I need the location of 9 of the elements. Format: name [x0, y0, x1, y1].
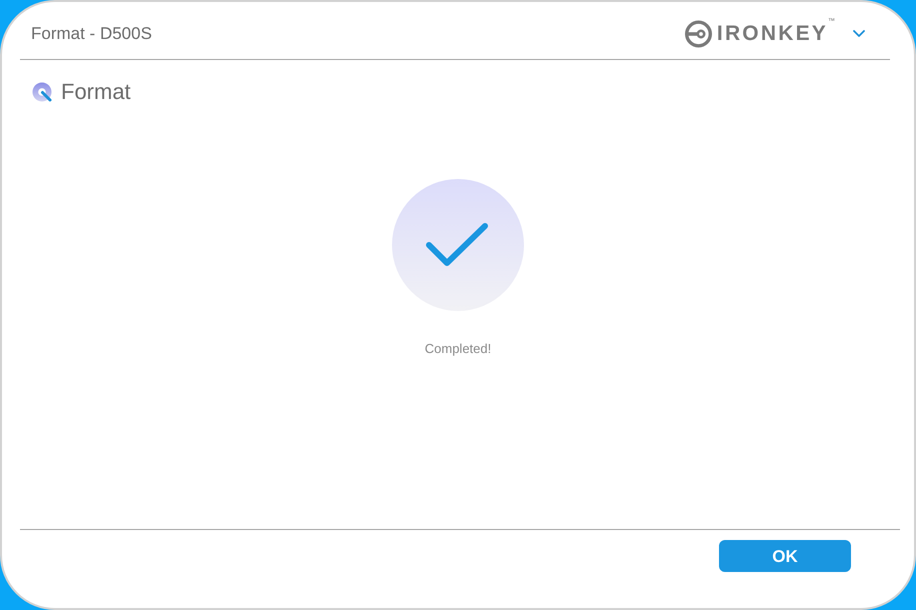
status-message: Completed!	[424, 342, 492, 355]
chevron-down-icon	[853, 30, 865, 37]
brand-name: IRONKEY	[716, 23, 828, 44]
disc-icon	[32, 82, 53, 102]
checkmark-icon	[425, 222, 489, 268]
logo-icon	[684, 20, 712, 48]
page-heading: Format	[61, 81, 131, 103]
window-title: Format - D500S	[31, 25, 152, 42]
ok-button[interactable]: OK	[719, 540, 851, 572]
